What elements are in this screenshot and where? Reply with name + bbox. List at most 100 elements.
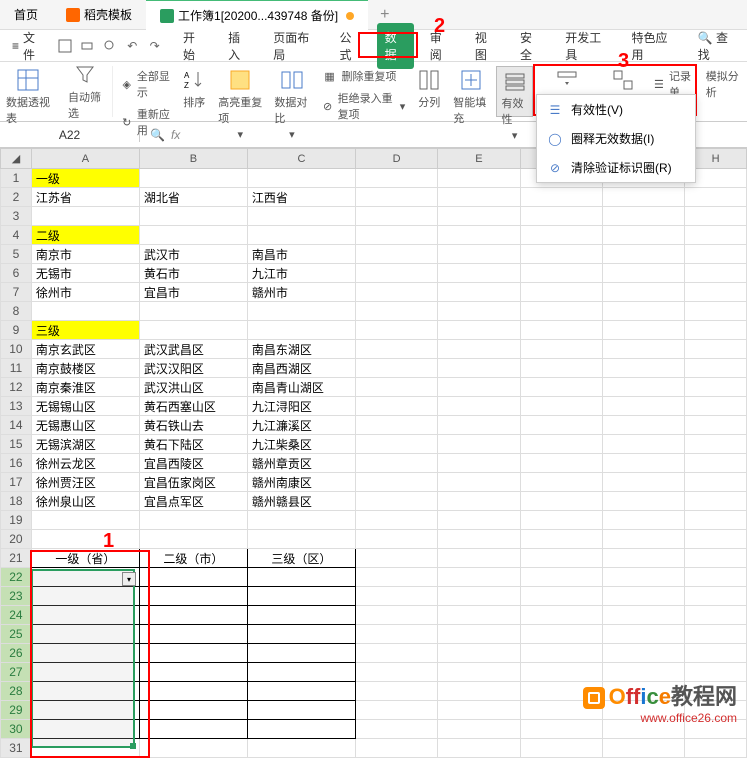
cell[interactable] <box>247 663 355 682</box>
cell[interactable]: 九江濂溪区 <box>247 416 355 435</box>
tab-home[interactable]: 首页 <box>0 0 52 29</box>
ribbon-highlight-dup[interactable]: 高亮重复项▾ <box>214 66 266 117</box>
cell[interactable] <box>31 663 139 682</box>
row-header[interactable]: 13 <box>1 397 32 416</box>
cell[interactable]: 二级（市） <box>139 549 247 568</box>
cell[interactable] <box>247 587 355 606</box>
cell[interactable]: 徐州云龙区 <box>31 454 139 473</box>
cell[interactable]: 武汉洪山区 <box>139 378 247 397</box>
ribbon-pivot-table[interactable]: 数据透视表 <box>2 66 54 117</box>
ribbon-text-to-columns[interactable]: 分列 <box>413 66 445 117</box>
row-header[interactable]: 26 <box>1 644 32 663</box>
cell[interactable]: 南昌西湖区 <box>247 359 355 378</box>
cell[interactable] <box>31 720 139 739</box>
row-header[interactable]: 25 <box>1 625 32 644</box>
ribbon-simulate[interactable]: 模拟分析 <box>702 66 745 117</box>
cell[interactable] <box>139 663 247 682</box>
cell[interactable]: 无锡滨湖区 <box>31 435 139 454</box>
row-header[interactable]: 5 <box>1 245 32 264</box>
cell[interactable]: 武汉汉阳区 <box>139 359 247 378</box>
ribbon-autofilter[interactable]: 自动筛选 <box>64 61 106 123</box>
cell[interactable] <box>31 701 139 720</box>
row-header[interactable]: 21 <box>1 549 32 568</box>
cell[interactable]: 宜昌西陵区 <box>139 454 247 473</box>
cell[interactable] <box>139 587 247 606</box>
row-header[interactable]: 28 <box>1 682 32 701</box>
cell[interactable] <box>247 568 355 587</box>
cell[interactable]: 南昌青山湖区 <box>247 378 355 397</box>
validity-menuitem-circle[interactable]: ◯圈释无效数据(I) <box>537 124 695 153</box>
cell[interactable] <box>139 568 247 587</box>
row-header[interactable]: 3 <box>1 207 32 226</box>
cell[interactable]: 赣州章贡区 <box>247 454 355 473</box>
cell[interactable]: 三级（区） <box>247 549 355 568</box>
row-header[interactable]: 15 <box>1 435 32 454</box>
row-header[interactable]: 20 <box>1 530 32 549</box>
row-header[interactable]: 4 <box>1 226 32 245</box>
ribbon-validity[interactable]: 有效性▾ <box>496 66 532 117</box>
qat-print-button[interactable] <box>77 35 97 57</box>
cell[interactable]: 湖北省 <box>139 188 247 207</box>
cell[interactable]: 三级 <box>31 321 139 340</box>
cell[interactable]: 无锡惠山区 <box>31 416 139 435</box>
row-header[interactable]: 17 <box>1 473 32 492</box>
cell[interactable]: 一级 <box>31 169 139 188</box>
cell[interactable] <box>31 587 139 606</box>
row-header[interactable]: 16 <box>1 454 32 473</box>
row-header[interactable]: 12 <box>1 378 32 397</box>
qat-redo-button[interactable]: ↷ <box>144 35 164 57</box>
cell[interactable]: 无锡市 <box>31 264 139 283</box>
cell[interactable] <box>31 682 139 701</box>
cell[interactable]: 南京玄武区 <box>31 340 139 359</box>
cell[interactable]: 宜昌市 <box>139 283 247 302</box>
file-menu[interactable]: ≡ 文件 <box>4 29 53 63</box>
ribbon-smart-fill[interactable]: 智能填充 <box>449 66 492 117</box>
row-header[interactable]: 10 <box>1 340 32 359</box>
col-header-B[interactable]: B <box>139 149 247 169</box>
validity-menuitem-clear[interactable]: ⊘清除验证标识圈(R) <box>537 153 695 182</box>
cell[interactable]: 无锡锡山区 <box>31 397 139 416</box>
cell[interactable]: 赣州南康区 <box>247 473 355 492</box>
cell[interactable]: 徐州贾汪区 <box>31 473 139 492</box>
cell[interactable]: 江苏省 <box>31 188 139 207</box>
cell[interactable] <box>139 625 247 644</box>
cell[interactable]: 二级 <box>31 226 139 245</box>
cell[interactable] <box>247 682 355 701</box>
qat-preview-button[interactable] <box>100 35 120 57</box>
cell[interactable]: 武汉市 <box>139 245 247 264</box>
row-header[interactable]: 14 <box>1 416 32 435</box>
select-all-corner[interactable]: ◢ <box>1 149 32 169</box>
cell[interactable]: 赣州市 <box>247 283 355 302</box>
row-header[interactable]: 18 <box>1 492 32 511</box>
cell[interactable]: 徐州市 <box>31 283 139 302</box>
col-header-D[interactable]: D <box>355 149 437 169</box>
ribbon-reject-dup[interactable]: ⊘拒绝录入重复项▾ <box>318 88 410 124</box>
cell[interactable]: 黄石下陆区 <box>139 435 247 454</box>
ribbon-show-all[interactable]: ◈全部显示 <box>117 66 175 102</box>
ribbon-sort[interactable]: AZ排序 <box>178 66 210 117</box>
spreadsheet-grid[interactable]: ◢ A B C D E F G H 1一级 2江苏省湖北省江西省 3 4二级 5… <box>0 148 747 758</box>
row-header[interactable]: 1 <box>1 169 32 188</box>
cell[interactable]: 九江柴桑区 <box>247 435 355 454</box>
col-header-E[interactable]: E <box>438 149 520 169</box>
row-header[interactable]: 7 <box>1 283 32 302</box>
cell[interactable] <box>247 625 355 644</box>
cell[interactable] <box>247 701 355 720</box>
row-header[interactable]: 27 <box>1 663 32 682</box>
cell[interactable] <box>139 701 247 720</box>
cell[interactable]: 徐州泉山区 <box>31 492 139 511</box>
cell[interactable] <box>139 606 247 625</box>
cell[interactable] <box>247 644 355 663</box>
cell[interactable] <box>247 720 355 739</box>
cell[interactable]: 江西省 <box>247 188 355 207</box>
cell[interactable] <box>31 644 139 663</box>
row-header[interactable]: 23 <box>1 587 32 606</box>
col-header-A[interactable]: A <box>31 149 139 169</box>
cell-dropdown-handle[interactable]: ▾ <box>122 572 136 586</box>
cell[interactable]: 南京市 <box>31 245 139 264</box>
cell[interactable]: 九江市 <box>247 264 355 283</box>
cell[interactable] <box>31 606 139 625</box>
cell[interactable]: 武汉武昌区 <box>139 340 247 359</box>
row-header[interactable]: 8 <box>1 302 32 321</box>
row-header[interactable]: 19 <box>1 511 32 530</box>
